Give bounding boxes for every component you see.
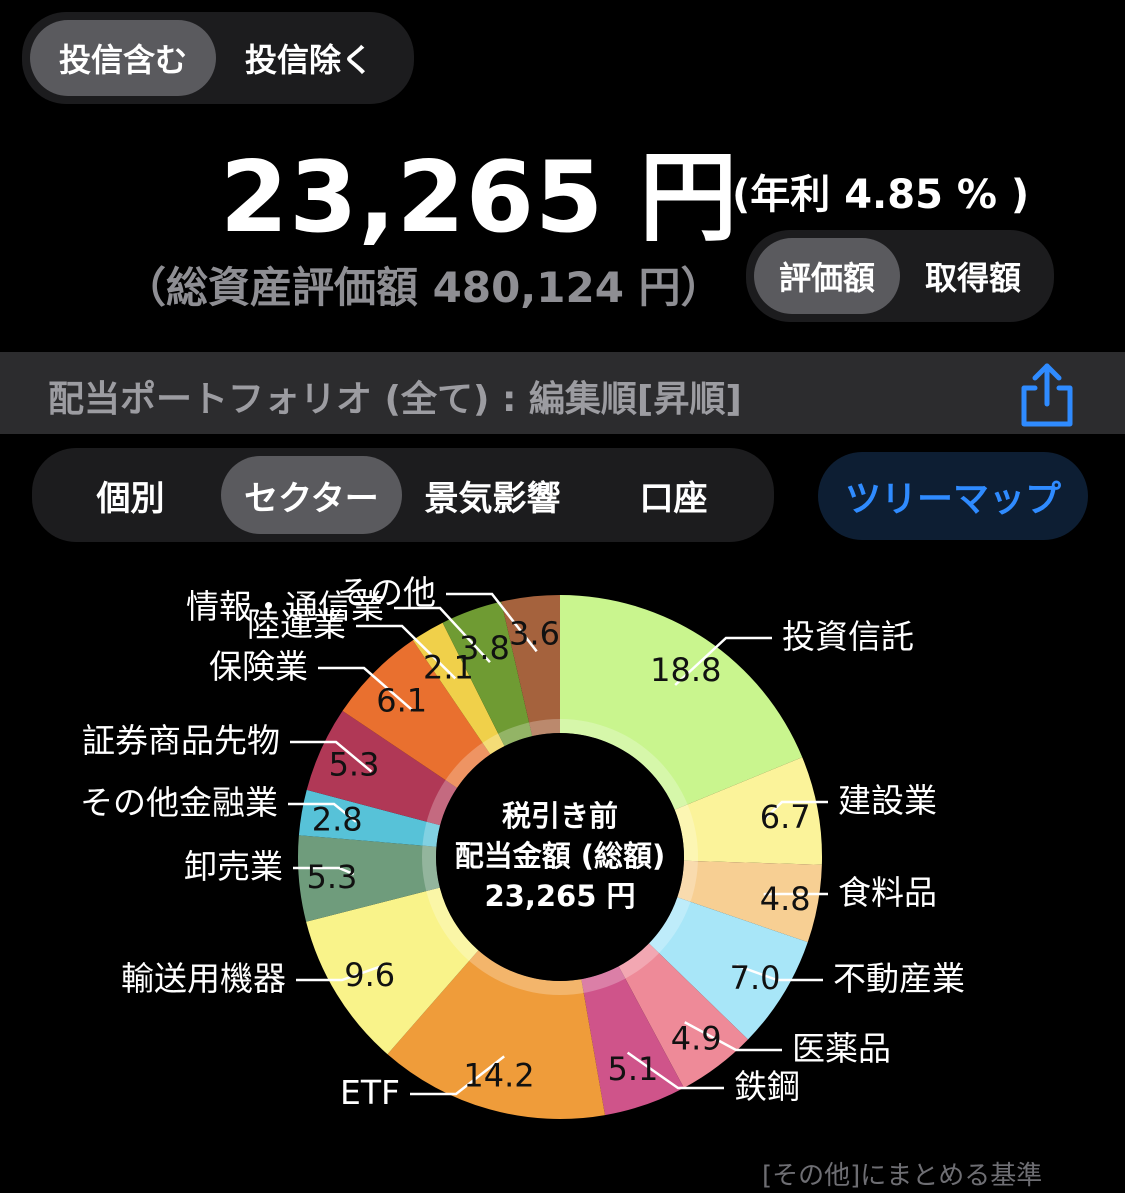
annual-rate: (年利 4.85 % ) [732, 172, 1030, 218]
slice-10-label: 証券商品先物 [82, 721, 280, 760]
slice-14-label: その他 [337, 573, 436, 612]
other-threshold-link[interactable]: [その他]にまとめる基準 [762, 1155, 1042, 1192]
slice-2-label: 食料品 [838, 873, 937, 912]
slice-1-label: 建設業 [838, 781, 937, 820]
fund-filter-toggle: 投信含む 投信除く [22, 12, 414, 104]
tab-business-sensitivity[interactable]: 景気影響 [402, 456, 583, 534]
tab-individual[interactable]: 個別 [40, 456, 221, 534]
slice-13-value: 3.8 [459, 629, 510, 667]
acquisition-option[interactable]: 取得額 [900, 238, 1046, 314]
slice-0-label: 投資信託 [782, 617, 914, 656]
exclude-funds-option[interactable]: 投信除く [216, 20, 402, 96]
center-label-line-2: 配当金額 (総額) [455, 839, 666, 873]
value-basis-toggle: 評価額 取得額 [746, 230, 1054, 322]
slice-6-value: 14.2 [463, 1057, 534, 1095]
slice-3-label: 不動産業 [833, 959, 965, 998]
treemap-button[interactable]: ツリーマップ [818, 452, 1088, 540]
portfolio-header-bar: 配当ポートフォリオ (全て) : 編集順[昇順] [0, 352, 1125, 434]
slice-3-value: 7.0 [730, 959, 781, 997]
slice-10-value: 5.3 [329, 746, 380, 784]
center-label-line-1: 税引き前 [502, 799, 618, 833]
slice-11-label: 保険業 [209, 647, 308, 686]
total-assets: （総資産評価額 480,124 円） [124, 263, 723, 312]
slice-8-value: 5.3 [306, 858, 357, 896]
tab-sector[interactable]: セクター [221, 456, 402, 534]
center-label-line-3: 23,265 円 [484, 879, 635, 913]
slice-7-value: 9.6 [344, 956, 395, 994]
slice-9-value: 2.8 [312, 801, 363, 839]
slice-2-value: 4.8 [760, 880, 811, 918]
view-tabs: 個別 セクター 景気影響 口座 [32, 448, 774, 542]
tab-account[interactable]: 口座 [583, 456, 764, 534]
slice-5-value: 5.1 [607, 1050, 658, 1088]
slice-6-label: ETF [340, 1073, 400, 1112]
slice-5-label: 鉄鋼 [734, 1067, 800, 1106]
valuation-option[interactable]: 評価額 [754, 238, 900, 314]
slice-8-label: 卸売業 [184, 847, 283, 886]
slice-4-value: 4.9 [671, 1019, 722, 1057]
slice-7-label: 輸送用機器 [121, 959, 286, 998]
slice-4-label: 医薬品 [792, 1029, 891, 1068]
include-funds-option[interactable]: 投信含む [30, 20, 216, 96]
slice-9-label: その他金融業 [80, 783, 278, 822]
dividend-amount: 23,265 円 [220, 141, 739, 255]
slice-14-value: 3.6 [509, 614, 560, 652]
slice-1-value: 6.7 [760, 798, 811, 836]
slice-11-value: 6.1 [376, 681, 427, 719]
portfolio-title[interactable]: 配当ポートフォリオ (全て) : 編集順[昇順] [48, 370, 742, 422]
sector-donut-chart: 18.86.74.87.04.95.114.29.65.32.85.36.12.… [80, 573, 965, 1119]
share-icon[interactable] [1018, 362, 1076, 428]
slice-0-value: 18.8 [650, 651, 721, 689]
